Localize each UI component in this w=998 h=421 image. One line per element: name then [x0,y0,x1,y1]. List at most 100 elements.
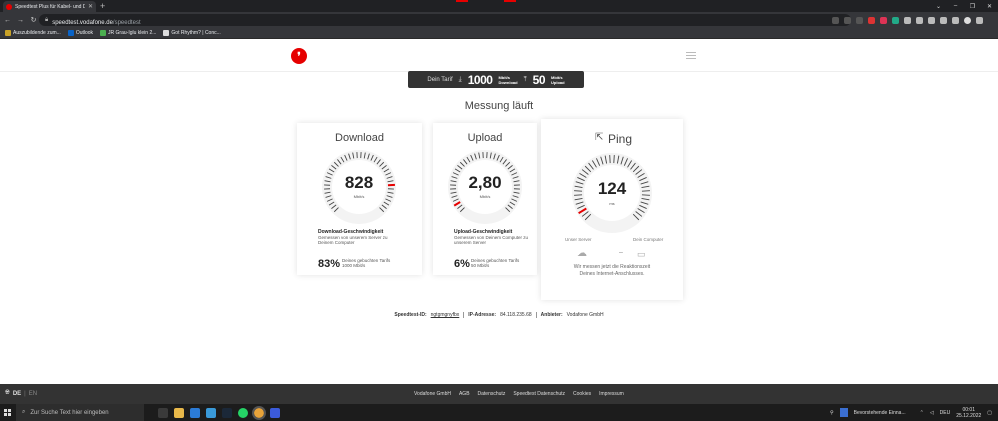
url-path: /speedtest [112,20,141,26]
bookmark-icon [100,30,107,36]
ping-title: Ping [607,132,633,146]
file-explorer-icon[interactable] [174,407,184,418]
steam-icon[interactable] [222,407,232,418]
ping-gauge: 124 ms [570,151,654,235]
whatsapp-icon[interactable] [238,407,248,418]
globe-icon: 🌐︎ [5,390,10,396]
keyboard-language[interactable]: DEU [940,410,951,416]
url-host: speedtest.vodafone.de [52,20,113,26]
download-unit: Mbit/s [353,194,365,199]
chevron-up-icon[interactable]: ⌃ [920,410,924,416]
connection-dash: – [619,249,623,256]
extension-icon[interactable] [928,16,935,24]
taskbar-search-input[interactable]: ⌕ Zur Suche Text hier eingeben [16,404,144,421]
lock-icon: 🔒︎ [45,16,49,23]
task-view-icon[interactable] [158,407,168,418]
bookmark-item[interactable]: Auszubildende zum... [5,30,61,36]
footer-links: Vodafone GmbH AGB Datenschutz Speedtest … [414,391,624,397]
chrome-icon[interactable] [252,405,266,420]
extension-icon[interactable] [904,16,911,24]
restore-icon[interactable]: ❐ [964,0,981,12]
tab-indicator [456,0,468,2]
computer-icon: ▭ [637,249,646,259]
app-icon[interactable] [206,407,216,418]
reload-icon[interactable]: ↻ [28,12,39,28]
provider-label: Anbieter: [540,312,563,318]
language-de[interactable]: DE [13,391,21,397]
bookmark-item[interactable]: Outlook [67,30,93,36]
tarif-label: Dein Tarif [427,76,453,83]
footer-link[interactable]: Speedtest Datenschutz [513,391,565,397]
address-bar[interactable]: 🔒︎ speedtest.vodafone.de/speedtest [39,14,851,26]
footer-link[interactable]: AGB [459,391,470,397]
puzzle-icon[interactable] [940,16,947,24]
vodafone-logo[interactable]: ❜ [291,48,307,64]
network-icon[interactable]: ⚲ [830,410,834,416]
share-icon[interactable] [844,16,851,24]
upcoming-event[interactable]: Bevorstehende Einna... [854,410,906,416]
speedtest-info-line: Speedtest-ID: ngtgmgnyfbx IP-Adresse: 84… [0,312,998,318]
download-title: Download [335,132,384,144]
browser-tab-bar: Speedtest Plus für Kabel- und DS ✕ + ⌄ –… [0,0,998,12]
upload-description: Gemessen von Deinem Computer zu unserem … [454,235,529,245]
app-icon[interactable] [270,407,280,418]
divider [463,312,465,318]
tarif-upload-value: 50 [532,72,546,87]
upload-percent-desc: Deines gebuchten Tarifs 50 Mbit/s [471,258,520,268]
zoom-icon[interactable] [832,16,839,24]
forward-icon[interactable]: → [15,12,26,28]
upload-arrow-icon: ⤒ [523,75,527,83]
language-en[interactable]: EN [29,391,37,397]
outlook-icon [67,30,74,36]
footer-link[interactable]: Impressum [599,391,624,397]
search-placeholder: Zur Suche Text hier eingeben [30,409,109,416]
clock[interactable]: 00:01 25.12.2022 [956,407,981,419]
download-description: Gemessen von unserem Server zu Deinem Co… [318,235,388,245]
hamburger-menu-icon[interactable] [686,52,696,61]
avatar[interactable] [964,16,971,24]
new-tab-icon[interactable]: + [100,1,105,11]
measurement-status: Messung läuft [464,100,534,112]
upload-title: Upload [467,132,503,144]
language-switch: 🌐︎ DE | EN [5,390,38,397]
footer-link[interactable]: Cookies [573,391,591,397]
back-icon[interactable]: ← [2,12,13,28]
ping-card: ⇱ Ping 124 ms Unser Server Dein Computer… [541,119,683,300]
chevron-down-icon[interactable]: ⌄ [930,0,947,12]
upload-unit: Mbit/s [479,194,491,199]
divider [535,312,537,318]
store-icon[interactable] [190,407,200,418]
footer-link[interactable]: Vodafone GmbH [414,391,451,397]
site-header: ❜ [0,39,998,72]
extension-icon[interactable] [868,16,875,24]
speaker-icon[interactable]: ◁ [930,410,934,416]
download-percent-desc: Deines gebuchten Tarifs 1000 Mbit/s [342,258,391,268]
page-content: ❜ Dein Tarif ⤓ 1000 Mbit/s Download ⤒ 50 … [0,39,998,384]
star-icon[interactable] [856,16,863,24]
download-value: 828 [344,173,374,192]
bookmark-icon [5,30,11,36]
speedtest-id-value[interactable]: ngtgmgnyfbx [431,312,460,318]
taskbar-apps [158,405,280,420]
extension-icon[interactable] [880,16,887,24]
window-controls: ⌄ – ❐ ✕ [930,0,998,12]
bookmark-item[interactable]: Got Rhythm? | Conc... [163,30,221,36]
download-card: Download 828 Mbit/s Download-Geschwindig… [297,123,422,275]
menu-dots-icon[interactable] [976,16,983,24]
notification-icon[interactable]: ▢ [987,410,992,416]
bookmark-item[interactable]: JR Grau-Iglu klein 2... [100,30,156,36]
close-window-icon[interactable]: ✕ [981,0,998,12]
windows-start-icon[interactable] [0,404,14,421]
extension-icon[interactable] [916,16,923,24]
provider-value: Vodafone GmbH [566,312,604,318]
site-footer: 🌐︎ DE | EN Vodafone GmbH AGB Datenschutz… [0,384,998,404]
search-icon: ⌕ [22,409,26,415]
tarif-upload-unit: Mbit/s Upload [551,74,565,85]
sidebar-icon[interactable] [952,16,959,24]
footer-link[interactable]: Datenschutz [478,391,506,397]
minimize-icon[interactable]: – [947,0,964,12]
tarif-banner: Dein Tarif ⤓ 1000 Mbit/s Download ⤒ 50 Mb… [408,71,584,88]
download-arrow-icon: ⤓ [458,75,462,83]
close-tab-icon[interactable]: ✕ [88,4,93,10]
extension-icon[interactable] [892,16,899,24]
